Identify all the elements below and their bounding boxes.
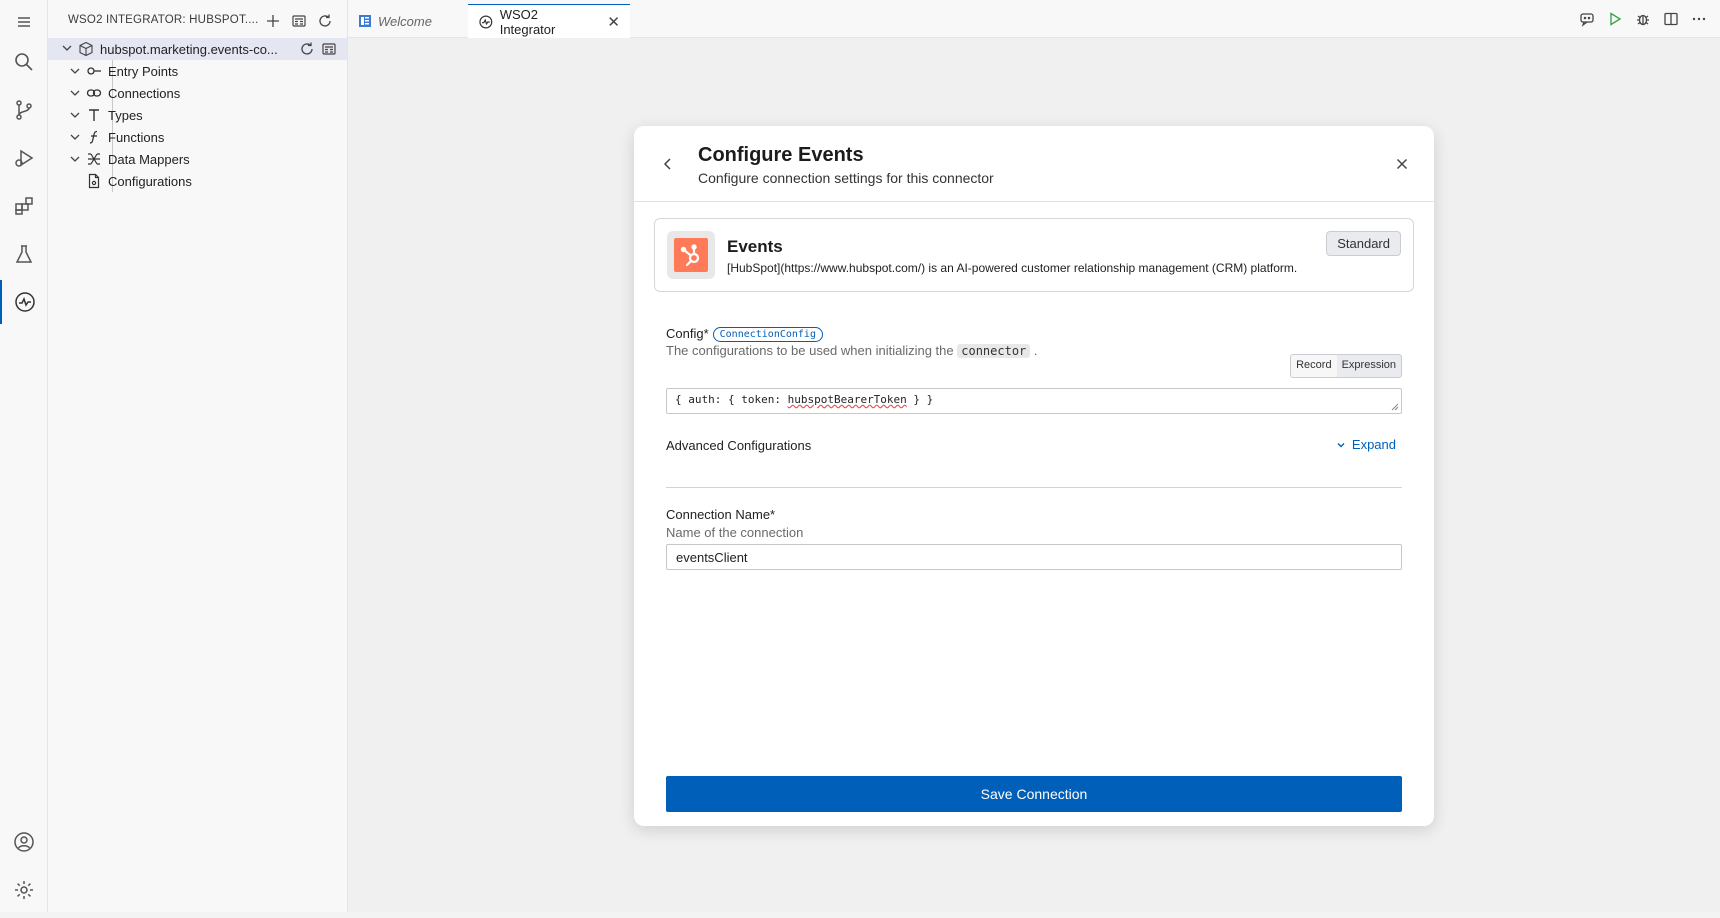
wso2-integrator-icon[interactable] <box>0 280 48 324</box>
project-root-item[interactable]: hubspot.marketing.events-co... <box>48 38 347 60</box>
expand-label: Expand <box>1351 437 1396 452</box>
advanced-configurations-label: Advanced Configurations <box>666 438 812 453</box>
type-icon <box>86 107 102 123</box>
close-icon[interactable] <box>1394 156 1410 172</box>
extensions-icon[interactable] <box>0 184 48 228</box>
config-desc-suffix: . <box>1033 343 1038 358</box>
section-divider <box>666 487 1402 488</box>
sidebar-item-configurations[interactable]: Configurations <box>48 170 347 192</box>
tab-welcome[interactable]: Welcome <box>348 4 468 38</box>
sidebar-item-data-mappers[interactable]: Data Mappers <box>48 148 347 170</box>
connector-name: Events <box>727 237 783 256</box>
expand-button[interactable]: Expand <box>1336 437 1396 452</box>
sidebar-item-label: Configurations <box>108 174 192 189</box>
add-icon[interactable] <box>264 12 282 30</box>
entry-points-icon <box>86 63 102 79</box>
record-expression-toggle: Record Expression <box>1290 354 1402 378</box>
sidebar-item-label: Functions <box>108 130 165 145</box>
dialog-header: Configure Events Configure connection se… <box>634 126 1434 202</box>
search-icon[interactable] <box>0 40 48 84</box>
editor-actions <box>1578 10 1708 28</box>
sidebar-header: WSO2 INTEGRATOR: HUBSPOT.... <box>48 4 348 38</box>
record-mode-button[interactable]: Record <box>1291 355 1337 377</box>
testing-icon[interactable] <box>0 232 48 276</box>
sidebar-item-functions[interactable]: Functions <box>48 126 347 148</box>
activity-bar <box>0 0 48 912</box>
config-field-description: The configurations to be used when initi… <box>666 343 1038 358</box>
inline-code: connector <box>957 344 1031 358</box>
connection-name-label: Connection Name* <box>666 507 776 522</box>
more-actions-icon[interactable] <box>1690 10 1708 28</box>
sidebar-actions <box>264 12 334 30</box>
editor-tab-bar: Welcome WSO2 Integrator ✕ <box>348 0 1720 38</box>
menu-icon[interactable] <box>0 0 48 44</box>
tab-label: WSO2 Integrator <box>499 6 556 37</box>
sidebar-item-connections[interactable]: Connections <box>48 82 347 104</box>
root-actions <box>299 41 337 57</box>
close-icon[interactable]: ✕ <box>607 13 620 31</box>
sidebar-title: WSO2 INTEGRATOR: HUBSPOT.... <box>68 14 259 26</box>
config-file-icon <box>86 173 102 189</box>
sidebar-item-types[interactable]: Types <box>48 104 347 126</box>
hubspot-logo <box>667 231 715 279</box>
config-value-suffix: } } <box>906 393 934 406</box>
configure-connection-dialog: Configure Events Configure connection se… <box>634 126 1434 826</box>
connection-name-input[interactable]: eventsClient <box>666 544 1402 570</box>
chat-icon[interactable] <box>1578 10 1596 28</box>
expression-mode-button[interactable]: Expression <box>1337 355 1401 377</box>
connector-description: [HubSpot](https://www.hubspot.com/) is a… <box>727 261 1298 275</box>
sidebar-item-label: Connections <box>108 86 181 101</box>
run-icon[interactable] <box>1606 10 1624 28</box>
sidebar-item-label: Entry Points <box>108 64 179 79</box>
source-control-icon[interactable] <box>0 88 48 132</box>
hubspot-icon <box>680 244 700 267</box>
project-root-label: hubspot.marketing.events-co... <box>100 42 278 57</box>
connection-name-description: Name of the connection <box>666 525 804 540</box>
sidebar-item-entry-points[interactable]: Entry Points <box>48 60 347 82</box>
function-icon <box>86 129 102 145</box>
overview-icon[interactable] <box>321 41 337 57</box>
wso2-integrator-icon <box>479 15 493 28</box>
debug-icon[interactable] <box>1634 10 1652 28</box>
tab-wso2-integrator[interactable]: WSO2 Integrator ✕ <box>468 4 630 38</box>
run-debug-icon[interactable] <box>0 136 48 180</box>
chevron-down-icon <box>70 68 80 74</box>
chevron-down-icon <box>70 156 80 162</box>
refresh-icon[interactable] <box>299 41 315 57</box>
connector-card: Events [HubSpot](https://www.hubspot.com… <box>654 218 1414 292</box>
config-desc-prefix: The configurations to be used when initi… <box>666 343 954 358</box>
config-expression-input[interactable]: { auth: { token: hubspotBearerToken } } <box>666 388 1402 414</box>
resize-handle-icon[interactable] <box>1391 403 1399 411</box>
config-label-text: Config* <box>666 326 709 341</box>
config-value-token: hubspotBearerToken <box>787 393 907 406</box>
config-field-label: Config* ConnectionConfig <box>666 326 823 343</box>
overview-icon[interactable] <box>290 12 308 30</box>
chevron-down-icon <box>62 45 72 51</box>
config-value-prefix: { auth: { token: <box>675 393 788 406</box>
back-arrow-icon[interactable] <box>660 156 676 172</box>
split-editor-icon[interactable] <box>1662 10 1680 28</box>
sidebar-item-label: Types <box>108 108 143 123</box>
explorer-sidebar: WSO2 INTEGRATOR: HUBSPOT.... hubspot.mar… <box>48 0 348 912</box>
sidebar-item-label: Data Mappers <box>108 152 190 167</box>
chevron-down-icon <box>70 112 80 118</box>
settings-gear-icon[interactable] <box>0 868 48 912</box>
chevron-down-icon <box>70 90 80 96</box>
package-icon <box>79 41 93 57</box>
chevron-down-icon <box>1337 442 1345 447</box>
chevron-down-icon <box>70 134 80 140</box>
data-mapper-icon <box>86 151 102 167</box>
connector-type-badge: Standard <box>1326 231 1401 256</box>
tab-label: Welcome <box>378 13 432 29</box>
welcome-icon <box>359 15 371 27</box>
account-icon[interactable] <box>0 820 48 864</box>
dialog-title: Configure Events <box>698 144 864 166</box>
type-chip: ConnectionConfig <box>712 327 823 343</box>
save-connection-button[interactable]: Save Connection <box>666 776 1402 812</box>
dialog-subtitle: Configure connection settings for this c… <box>698 170 994 186</box>
link-icon <box>86 85 102 101</box>
refresh-icon[interactable] <box>316 12 334 30</box>
